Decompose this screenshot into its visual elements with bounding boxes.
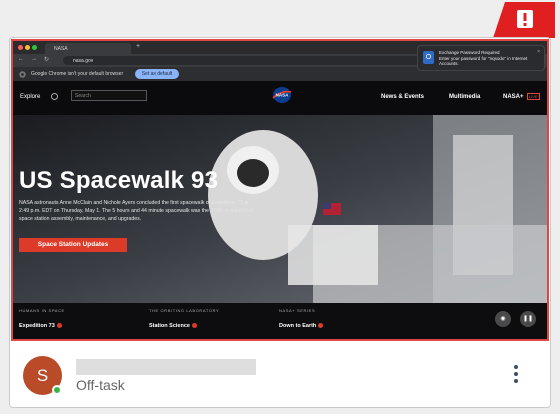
screen-thumbnail[interactable]: NASA + ← → ↻ nasa.gov Google Chrome isn'… [11,39,549,341]
online-status-dot [52,385,62,395]
menu-multimedia: Multimedia [449,94,481,100]
arrow-icon [56,323,62,329]
strip-kicker: THE ORBITING LABORATORY [149,308,220,313]
live-badge: LIVE [527,93,540,100]
pause-icon: ❚❚ [520,311,536,327]
explore-menu: Explore [20,94,41,100]
arrow-icon [318,323,324,329]
minimize-window-icon [25,45,30,50]
strip-label: Station Science [149,323,190,329]
strip-item: HUMANS IN SPACE Expedition 73 [19,308,65,329]
new-tab-icon: + [136,43,141,50]
strip-item: NASA+ SERIES Down to Earth [279,308,324,329]
close-window-icon [18,45,23,50]
info-icon [51,93,58,100]
search-field: Search [71,90,147,101]
student-card[interactable]: NASA + ← → ↻ nasa.gov Google Chrome isn'… [9,37,551,408]
strip-kicker: HUMANS IN SPACE [19,308,65,313]
nasa-logo-text: NASA [276,93,290,98]
chrome-icon [19,71,26,78]
student-name-redacted [76,359,256,375]
nasa-logo-icon: NASA [272,87,292,103]
browser-tab: NASA [45,43,131,54]
notification-body: Enter your password for "nqsodo" in Inte… [439,55,528,67]
activity-status: Off-task [76,377,125,393]
strip-label: Down to Earth [279,323,317,329]
nasa-navbar: Explore Search NASA News & Events Multim… [13,81,547,115]
menu-news-events: News & Events [381,94,425,100]
forward-icon: → [31,56,37,62]
more-options-icon[interactable] [510,362,522,388]
notification-popup: O Exchange Password Required Enter your … [417,45,545,71]
strip-kicker: NASA+ SERIES [279,308,316,313]
menu-nasa-plus: NASA+ [503,94,524,100]
strip-label: Expedition 73 [19,323,55,329]
back-icon: ← [18,56,24,62]
outlook-icon: O [423,51,434,64]
hero-title: US Spacewalk 93 [19,167,219,194]
card-footer: S Off-task [10,343,550,407]
reload-icon: ↻ [44,57,50,63]
strip-item: THE ORBITING LABORATORY Station Science [149,308,219,329]
hero-banner: US Spacewalk 93 NASA astronauts Anne McC… [13,115,547,303]
hero-description: NASA astronauts Anne McClain and Nichole… [19,200,254,222]
alert-badge-icon [493,2,555,38]
close-icon: × [537,49,540,55]
maximize-window-icon [32,45,37,50]
featured-strip: HUMANS IN SPACE Expedition 73 THE ORBITI… [13,303,547,339]
set-default-button: Set as default [135,69,179,79]
space-station-updates-button: Space Station Updates [19,238,127,252]
arrow-icon [191,323,197,329]
default-browser-text: Google Chrome isn't your default browser [31,71,124,77]
volume-icon: ◉ [495,311,511,327]
